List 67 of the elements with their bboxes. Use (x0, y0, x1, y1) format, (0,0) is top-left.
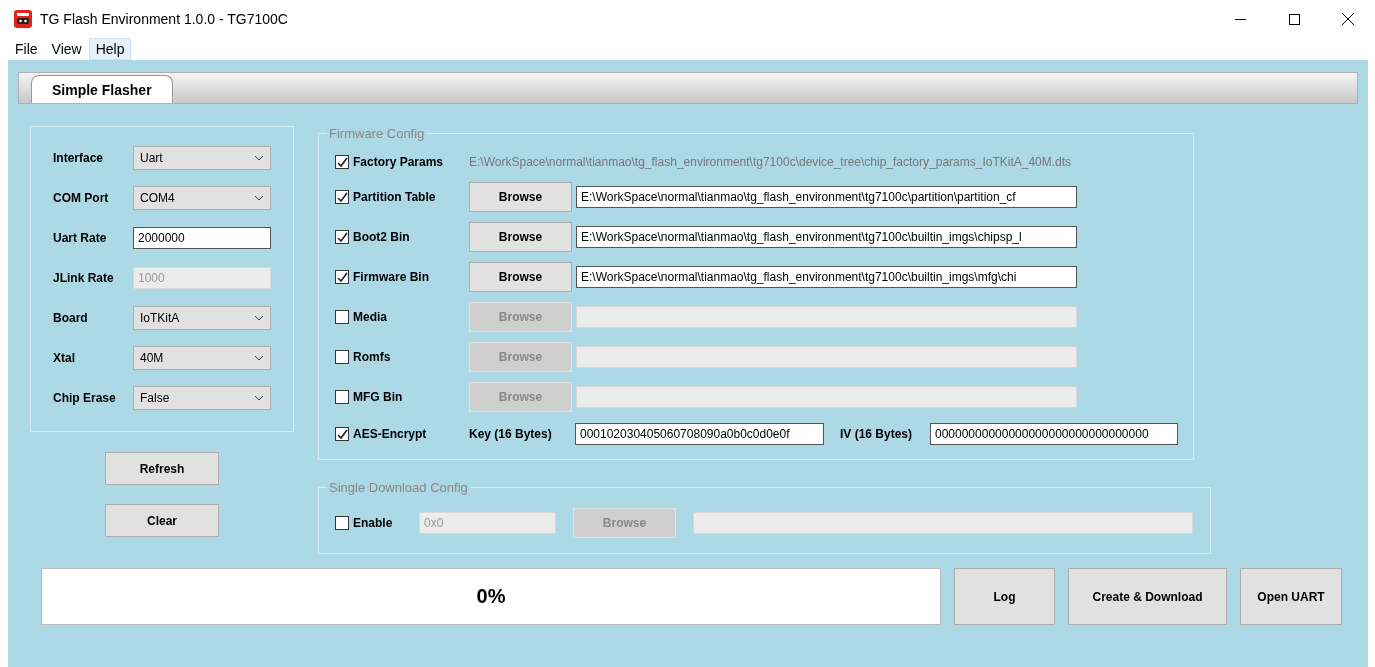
path-field[interactable] (576, 306, 1077, 328)
window-title: TG Flash Environment 1.0.0 - TG7100C (40, 11, 288, 27)
path-field[interactable] (576, 386, 1077, 408)
group-title: Single Download Config (328, 480, 469, 495)
chevron-down-icon (254, 395, 264, 401)
checkbox[interactable] (335, 390, 349, 404)
browse-button[interactable]: Browse (469, 222, 572, 252)
field-label: Chip Erase (53, 391, 117, 405)
field-label: Interface (53, 151, 105, 165)
action-button[interactable]: Open UART (1240, 568, 1342, 625)
path-field[interactable] (693, 512, 1193, 534)
checkbox-label: Romfs (353, 350, 392, 364)
input-field[interactable]: 2000000 (133, 227, 271, 249)
iv-field[interactable]: 00000000000000000000000000000000 (930, 423, 1178, 445)
dropdown[interactable]: COM4 (133, 186, 271, 210)
checkbox[interactable] (335, 310, 349, 324)
field-label: JLink Rate (53, 271, 115, 285)
checkbox-label: Factory Params (353, 155, 445, 169)
checkbox-label: MFG Bin (353, 390, 404, 404)
close-icon (1342, 13, 1354, 25)
menu-item[interactable]: Help (88, 38, 132, 60)
checkbox[interactable] (335, 350, 349, 364)
checkbox-label: Boot2 Bin (353, 230, 411, 244)
action-button[interactable]: Log (954, 568, 1055, 625)
chevron-down-icon (254, 355, 264, 361)
path-field[interactable]: E:\WorkSpace\normal\tianmao\tg_flash_environment\tg7100c\builtin_imgs\mfg\chi (576, 266, 1077, 288)
chevron-down-icon (254, 155, 264, 161)
field-label: Uart Rate (53, 231, 108, 245)
checkbox[interactable] (335, 230, 349, 244)
key-field[interactable]: 000102030405060708090a0b0c0d0e0f (575, 423, 824, 445)
path-text: E:\WorkSpace\normal\tianmao\tg_flash_environment\tg7100c\device_tree\chip_factory_params_IoTKitA_40M.dts (469, 155, 1072, 169)
path-field[interactable] (576, 346, 1077, 368)
menu-item[interactable]: File (8, 38, 45, 60)
chevron-down-icon (254, 195, 264, 201)
dropdown[interactable]: False (133, 386, 271, 410)
checkbox[interactable] (335, 516, 349, 530)
checkbox[interactable] (335, 190, 349, 204)
browse-button[interactable]: Browse (469, 182, 572, 212)
field-label: IV (16 Bytes) (840, 427, 914, 441)
action-button[interactable]: Refresh (105, 452, 219, 485)
checkbox-label: Enable (353, 516, 394, 530)
action-button[interactable]: Create & Download (1068, 568, 1227, 625)
field-label: COM Port (53, 191, 110, 205)
checkbox-label: AES-Encrypt (353, 427, 428, 441)
checkbox-label: Firmware Bin (353, 270, 431, 284)
group-title: Firmware Config (328, 126, 426, 141)
checkbox[interactable] (335, 155, 349, 169)
chevron-down-icon (254, 315, 264, 321)
path-field[interactable]: E:\WorkSpace\normal\tianmao\tg_flash_environment\tg7100c\partition\partition_cf (576, 186, 1077, 208)
dropdown[interactable]: 40M (133, 346, 271, 370)
field-label: Board (53, 311, 89, 325)
path-field[interactable]: E:\WorkSpace\normal\tianmao\tg_flash_environment\tg7100c\builtin_imgs\chipsp_l (576, 226, 1077, 248)
action-button[interactable]: Clear (105, 504, 219, 537)
checkbox-label: Media (353, 310, 388, 324)
browse-button[interactable]: Browse (469, 262, 572, 292)
field-label: Xtal (53, 351, 76, 365)
menu-item[interactable]: View (44, 38, 89, 60)
checkbox[interactable] (335, 270, 349, 284)
dropdown[interactable]: Uart (133, 146, 271, 170)
checkbox[interactable] (335, 427, 349, 441)
maximize-icon (1288, 13, 1300, 25)
minimize-icon (1234, 18, 1246, 20)
field-label: Key (16 Bytes) (469, 427, 553, 441)
app-logo-icon (14, 10, 32, 28)
dropdown[interactable]: IoTKitA (133, 306, 271, 330)
checkbox-label: Partition Table (353, 190, 437, 204)
tab[interactable]: Simple Flasher (31, 75, 173, 103)
